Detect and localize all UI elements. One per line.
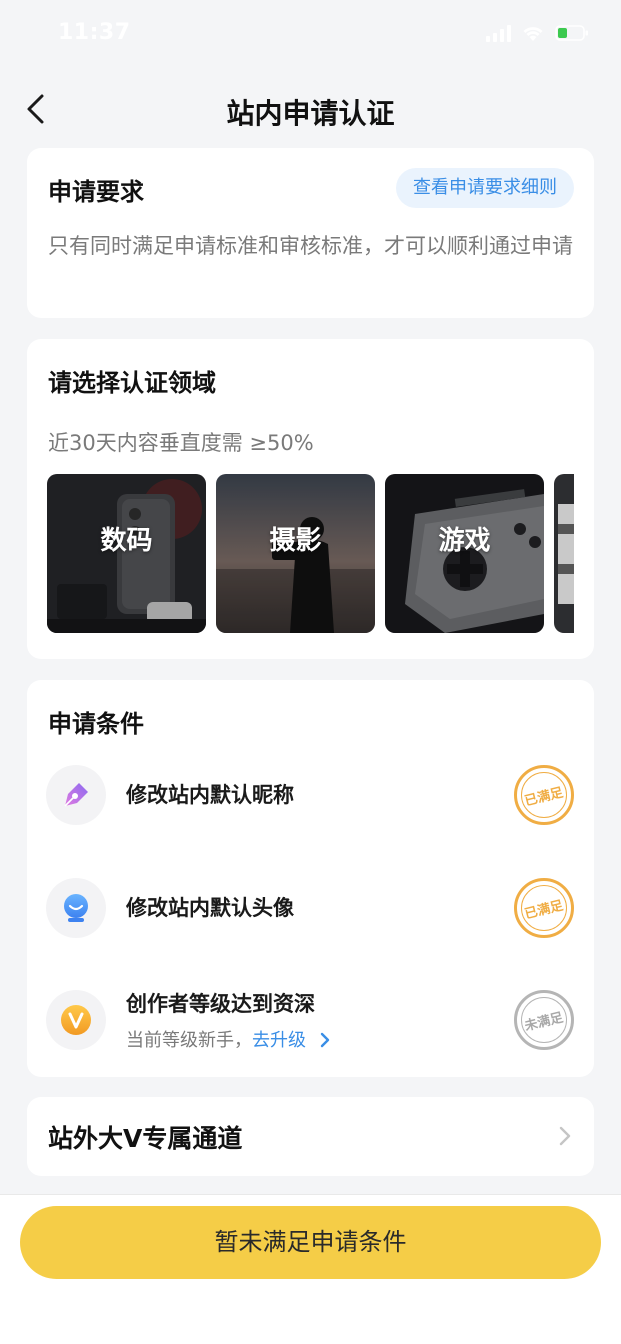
v-badge-icon bbox=[46, 990, 106, 1050]
status-stamp-met: 已满足 bbox=[514, 765, 574, 825]
view-requirement-details-button[interactable]: 查看申请要求细则 bbox=[396, 168, 574, 208]
chevron-right-icon[interactable] bbox=[318, 1032, 332, 1048]
status-stamp-text: 已满足 bbox=[523, 784, 566, 809]
status-bar: 11:37 bbox=[0, 0, 621, 70]
condition-item-nickname[interactable]: 修改站内默认昵称 已满足 bbox=[27, 765, 594, 825]
requirements-card: 申请要求 查看申请要求细则 只有同时满足申请标准和审核标准，才可以顺利通过申请 bbox=[27, 148, 594, 318]
upgrade-link[interactable]: 去升级 bbox=[252, 1030, 306, 1051]
domain-card: 请选择认证领域 近30天内容垂直度需 ≥50% 数码 摄影 游戏 bbox=[27, 339, 594, 659]
condition-subtext: 当前等级新手，去升级 bbox=[126, 1026, 332, 1052]
domain-subtitle: 近30天内容垂直度需 ≥50% bbox=[48, 431, 314, 455]
status-stamp-unmet: 未满足 bbox=[514, 990, 574, 1050]
status-stamp-met: 已满足 bbox=[514, 878, 574, 938]
chevron-right-icon bbox=[559, 1126, 571, 1146]
requirements-description: 只有同时满足申请标准和审核标准，才可以顺利通过申请 bbox=[48, 234, 573, 258]
signal-icon bbox=[486, 24, 511, 42]
channel-title: 站外大V专属通道 bbox=[48, 1124, 243, 1153]
domain-carousel[interactable]: 数码 摄影 游戏 bbox=[47, 474, 574, 633]
condition-text: 修改站内默认头像 bbox=[126, 896, 294, 920]
conditions-card: 申请条件 修改站内默认昵称 已满足 修改站内默认头像 已满足 创作者等级达到资深… bbox=[27, 680, 594, 1077]
submit-application-button[interactable]: 暂未满足申请条件 bbox=[20, 1206, 601, 1279]
domain-tile-label: 游戏 bbox=[438, 526, 491, 556]
domain-tile-label: 摄影 bbox=[269, 526, 322, 556]
current-level-text: 当前等级新手， bbox=[126, 1030, 252, 1051]
domain-tile-more[interactable] bbox=[554, 474, 574, 633]
status-stamp-text: 已满足 bbox=[523, 897, 566, 922]
conditions-title: 申请条件 bbox=[48, 710, 144, 738]
avatar-icon bbox=[46, 878, 106, 938]
external-influencer-channel[interactable]: 站外大V专属通道 bbox=[27, 1097, 594, 1176]
status-time: 11:37 bbox=[58, 20, 131, 45]
condition-item-avatar[interactable]: 修改站内默认头像 已满足 bbox=[27, 878, 594, 938]
condition-text: 修改站内默认昵称 bbox=[126, 783, 294, 807]
more-domain-image bbox=[554, 474, 574, 633]
bottom-bar: 暂未满足申请条件 bbox=[0, 1194, 621, 1344]
domain-tile-games[interactable]: 游戏 bbox=[385, 474, 544, 633]
status-icons bbox=[486, 24, 589, 42]
nav-header: 站内申请认证 bbox=[0, 80, 621, 140]
status-stamp-text: 未满足 bbox=[523, 1009, 566, 1034]
condition-item-creator-level[interactable]: 创作者等级达到资深 当前等级新手，去升级 未满足 bbox=[27, 990, 594, 1052]
wifi-icon bbox=[521, 24, 545, 42]
pen-icon bbox=[46, 765, 106, 825]
domain-tile-label: 数码 bbox=[100, 526, 153, 556]
condition-text: 创作者等级达到资深 bbox=[126, 992, 315, 1016]
battery-icon bbox=[555, 24, 589, 42]
domain-title: 请选择认证领域 bbox=[48, 369, 216, 397]
domain-tile-photography[interactable]: 摄影 bbox=[216, 474, 375, 633]
requirements-title: 申请要求 bbox=[48, 178, 144, 206]
page-title: 站内申请认证 bbox=[226, 97, 395, 130]
domain-tile-digital[interactable]: 数码 bbox=[47, 474, 206, 633]
